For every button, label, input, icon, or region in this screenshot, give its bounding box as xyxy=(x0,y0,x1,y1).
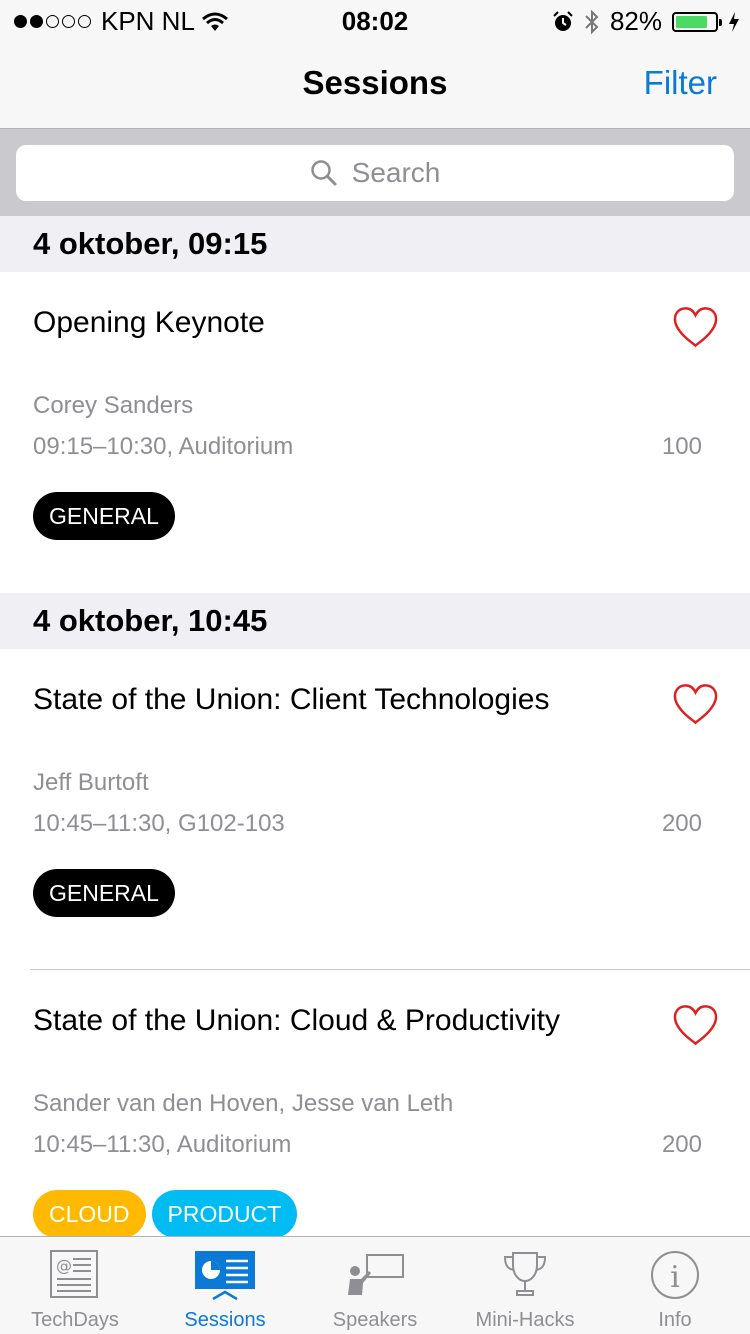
tab-label: Speakers xyxy=(332,1309,418,1331)
search-input[interactable]: Search xyxy=(16,145,734,201)
session-row[interactable]: Opening Keynote Corey Sanders 09:15–10:3… xyxy=(0,272,750,593)
favorite-heart-icon[interactable] xyxy=(672,1004,719,1046)
presentation-icon xyxy=(195,1251,255,1301)
newspaper-icon: @ xyxy=(50,1250,98,1298)
session-tags: GENERAL xyxy=(33,869,175,917)
tag-badge: GENERAL xyxy=(33,492,175,540)
session-time-location: 10:45–11:30, Auditorium xyxy=(33,1131,292,1158)
alarm-icon xyxy=(553,10,573,31)
tab-label: Sessions xyxy=(184,1309,266,1331)
tab-label: Info xyxy=(658,1309,692,1331)
status-right: 82% xyxy=(552,6,740,37)
trophy-icon xyxy=(503,1252,547,1296)
session-speaker: Corey Sanders xyxy=(33,392,194,419)
session-title: State of the Union: Cloud & Productivity xyxy=(33,1004,560,1037)
favorite-heart-icon[interactable] xyxy=(672,306,719,348)
page-title: Sessions xyxy=(302,64,448,101)
tab-label: Mini-Hacks xyxy=(475,1309,575,1331)
tag-badge: GENERAL xyxy=(33,869,175,917)
search-placeholder: Search xyxy=(351,157,441,188)
section-header: 4 oktober, 10:45 xyxy=(0,593,750,649)
tab-label: TechDays xyxy=(31,1309,119,1331)
session-title: Opening Keynote xyxy=(33,306,265,339)
tab-speakers[interactable]: Speakers xyxy=(300,1237,450,1334)
filter-button[interactable]: Filter xyxy=(644,64,717,102)
tab-sessions[interactable]: Sessions xyxy=(150,1237,300,1334)
session-speaker: Sander van den Hoven, Jesse van Leth xyxy=(33,1090,454,1117)
svg-text:@: @ xyxy=(56,1256,72,1275)
session-tags: GENERAL xyxy=(33,492,175,540)
tag-badge: CLOUD xyxy=(33,1190,146,1238)
battery-percent: 82% xyxy=(609,6,662,36)
tab-bar: @ TechDays Sessions Speakers Mini-Hacks xyxy=(0,1236,750,1334)
search-bar: Search xyxy=(0,128,750,216)
info-icon: i xyxy=(651,1251,699,1299)
battery-icon xyxy=(672,11,722,32)
search-icon xyxy=(310,160,337,186)
section-header-label: 4 oktober, 10:45 xyxy=(33,603,268,638)
session-count: 200 xyxy=(661,1131,702,1158)
session-row[interactable]: State of the Union: Cloud & Productivity… xyxy=(0,970,750,1238)
session-tags: CLOUD PRODUCT xyxy=(33,1190,298,1238)
tag-badge: PRODUCT xyxy=(151,1190,298,1238)
session-speaker: Jeff Burtoft xyxy=(33,769,149,796)
charging-icon xyxy=(729,11,739,32)
session-row[interactable]: State of the Union: Client Technologies … xyxy=(0,649,750,969)
session-title: State of the Union: Client Technologies xyxy=(33,683,550,716)
section-header-label: 4 oktober, 09:15 xyxy=(33,226,268,261)
favorite-heart-icon[interactable] xyxy=(672,683,719,725)
session-time-location: 10:45–11:30, G102-103 xyxy=(33,810,285,837)
tab-info[interactable]: i Info xyxy=(600,1237,750,1334)
status-bar: KPN NL 08:02 82% xyxy=(0,0,750,40)
speaker-icon xyxy=(348,1254,404,1295)
tab-mini-hacks[interactable]: Mini-Hacks xyxy=(450,1237,600,1334)
section-header: 4 oktober, 09:15 xyxy=(0,216,750,272)
tab-techdays[interactable]: @ TechDays xyxy=(0,1237,150,1334)
svg-text:i: i xyxy=(670,1260,680,1295)
bluetooth-icon xyxy=(585,9,599,34)
navigation-bar: Sessions Filter xyxy=(0,40,750,128)
session-time-location: 09:15–10:30, Auditorium xyxy=(33,433,294,460)
session-count: 100 xyxy=(661,433,702,460)
session-count: 200 xyxy=(661,810,702,837)
